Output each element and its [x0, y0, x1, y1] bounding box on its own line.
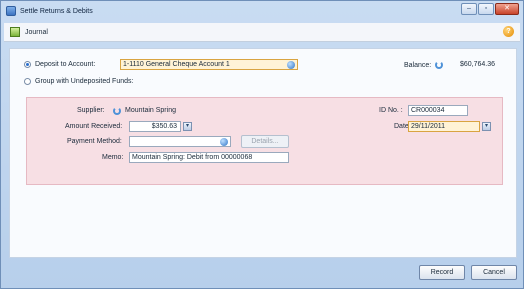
- main-panel: Deposit to Account: 1-1110 General Chequ…: [9, 48, 517, 258]
- amount-value: $350.63: [151, 123, 177, 130]
- refresh-icon[interactable]: [435, 61, 444, 69]
- app-icon: [6, 6, 16, 16]
- deposit-account-value: 1-1110 General Cheque Account 1: [123, 61, 230, 68]
- maximize-button[interactable]: ▫: [478, 3, 494, 15]
- minimize-button[interactable]: –: [461, 3, 477, 15]
- supplier-value: Mountain Spring: [125, 107, 176, 114]
- amount-label: Amount Received:: [65, 123, 123, 130]
- journal-icon[interactable]: [10, 27, 20, 37]
- deposit-label: Deposit to Account:: [35, 61, 96, 68]
- id-label: ID No. :: [379, 107, 403, 114]
- id-value: CR000034: [411, 107, 445, 114]
- supplier-lookup-icon[interactable]: [113, 107, 121, 115]
- group-radio[interactable]: [24, 78, 31, 85]
- group-label: Group with Undeposited Funds:: [35, 78, 134, 85]
- balance-value: $60,764.36: [460, 61, 496, 68]
- deposit-row: Deposit to Account:: [24, 61, 95, 68]
- close-button[interactable]: ✕: [495, 3, 519, 15]
- account-lookup-icon[interactable]: [287, 61, 295, 69]
- cancel-button[interactable]: Cancel: [471, 265, 517, 280]
- settle-returns-window: Settle Returns & Debits – ▫ ✕ Journal ? …: [0, 0, 524, 289]
- calendar-icon[interactable]: ▾: [482, 122, 491, 131]
- title-bar: Settle Returns & Debits – ▫ ✕: [1, 1, 523, 21]
- payment-label: Payment Method:: [67, 138, 122, 145]
- calculator-icon[interactable]: ▾: [183, 122, 192, 131]
- group-row: Group with Undeposited Funds:: [24, 78, 133, 85]
- id-field[interactable]: CR000034: [408, 105, 468, 116]
- deposit-account-field[interactable]: 1-1110 General Cheque Account 1: [120, 59, 298, 70]
- memo-field[interactable]: Mountain Spring: Debit from 00000068: [129, 152, 289, 163]
- payment-form: Supplier: Mountain Spring ID No. : CR000…: [26, 97, 503, 185]
- payment-method-field[interactable]: [129, 136, 231, 147]
- amount-field[interactable]: $350.63: [129, 121, 181, 132]
- window-controls: – ▫ ✕: [460, 3, 519, 15]
- deposit-radio[interactable]: [24, 61, 31, 68]
- journal-button[interactable]: Journal: [25, 29, 48, 36]
- help-icon[interactable]: ?: [503, 26, 514, 37]
- date-field[interactable]: 29/11/2011: [408, 121, 480, 132]
- toolbar: Journal ?: [4, 23, 520, 42]
- payment-lookup-icon[interactable]: [220, 138, 228, 146]
- record-button[interactable]: Record: [419, 265, 465, 280]
- balance-label: Balance:: [404, 61, 432, 69]
- window-title: Settle Returns & Debits: [20, 7, 93, 15]
- balance-row: Balance:: [400, 61, 444, 69]
- memo-value: Mountain Spring: Debit from 00000068: [132, 154, 253, 161]
- supplier-label: Supplier:: [77, 107, 105, 114]
- details-button[interactable]: Details...: [241, 135, 289, 148]
- memo-label: Memo:: [102, 154, 124, 161]
- date-value: 29/11/2011: [411, 123, 445, 130]
